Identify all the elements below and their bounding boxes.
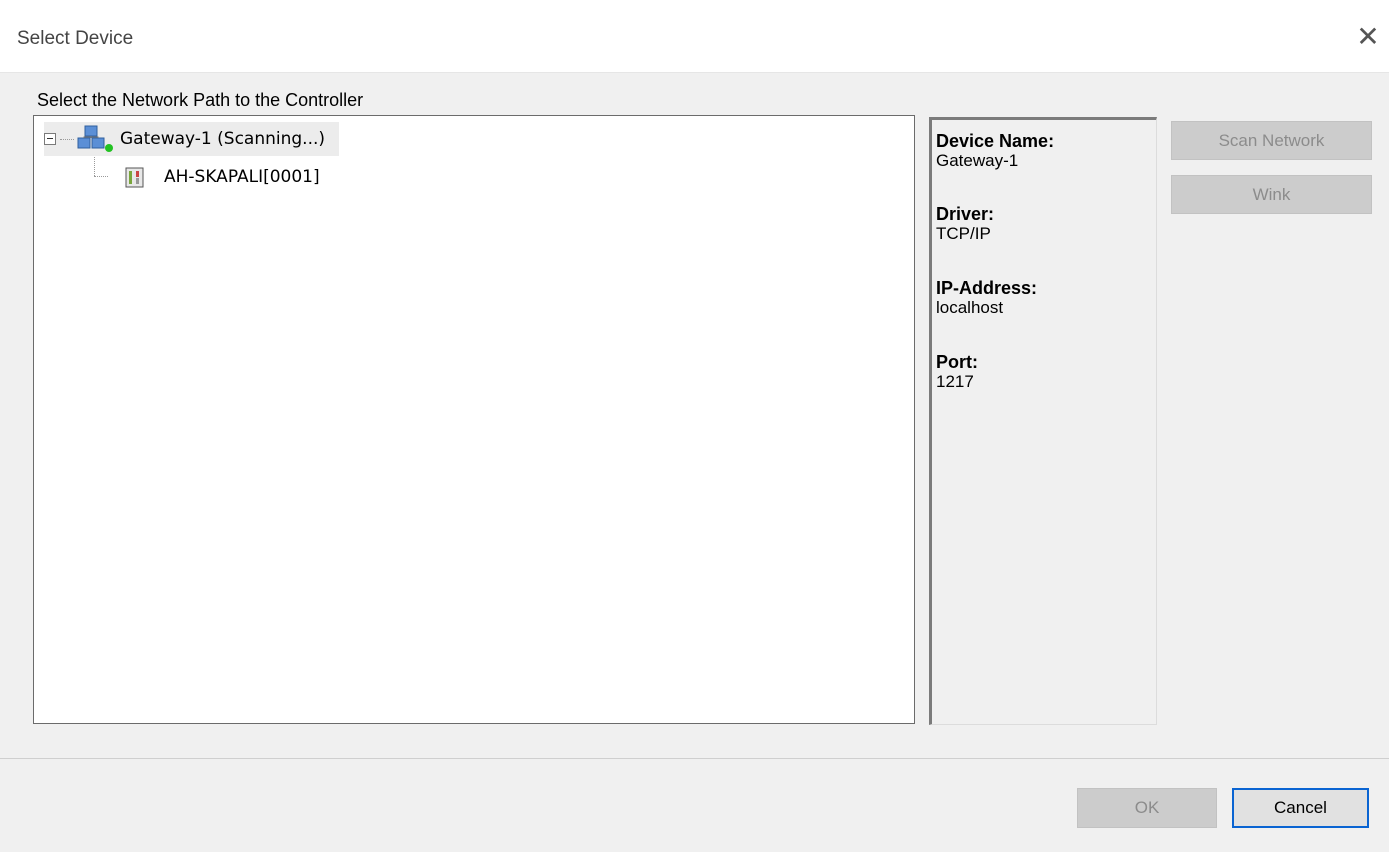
info-key: Device Name: bbox=[936, 131, 1055, 151]
network-tree[interactable]: Gateway-1 (Scanning...) AH-SKAPALI[0001] bbox=[33, 115, 915, 724]
cancel-button[interactable]: Cancel bbox=[1232, 788, 1369, 828]
info-value: 1217 bbox=[936, 372, 974, 391]
tree-item-device[interactable]: AH-SKAPALI[0001] bbox=[124, 162, 320, 192]
info-value: localhost bbox=[936, 298, 1004, 317]
info-key: IP-Address: bbox=[936, 278, 1038, 298]
tree-connector bbox=[94, 176, 108, 177]
footer-divider bbox=[0, 758, 1389, 759]
scan-network-button[interactable]: Scan Network bbox=[1171, 121, 1372, 160]
dialog-titlebar: Select Device ✕ bbox=[0, 0, 1389, 73]
network-path-label: Select the Network Path to the Controlle… bbox=[37, 90, 364, 110]
tree-item-gateway[interactable]: Gateway-1 (Scanning...) bbox=[44, 122, 340, 156]
dialog-title: Select Device bbox=[17, 28, 134, 49]
tree-item-label: Gateway-1 (Scanning...) bbox=[120, 129, 326, 149]
network-gateway-icon bbox=[77, 125, 113, 152]
info-key: Port: bbox=[936, 352, 978, 372]
device-info-panel: Device Name: Gateway-1 Driver: TCP/IP IP… bbox=[929, 117, 1157, 725]
tree-connector bbox=[60, 138, 74, 140]
close-icon[interactable]: ✕ bbox=[1353, 22, 1383, 52]
ok-button[interactable]: OK bbox=[1077, 788, 1217, 828]
info-driver: Driver: TCP/IP bbox=[936, 204, 994, 244]
tree-item-label: AH-SKAPALI[0001] bbox=[164, 167, 320, 187]
info-ip-address: IP-Address: localhost bbox=[936, 278, 1037, 318]
info-value: TCP/IP bbox=[936, 224, 991, 243]
controller-device-icon bbox=[125, 167, 144, 188]
info-port: Port: 1217 bbox=[936, 352, 978, 392]
info-device-name: Device Name: Gateway-1 bbox=[936, 131, 1054, 171]
collapse-icon[interactable] bbox=[44, 133, 56, 145]
info-key: Driver: bbox=[936, 204, 995, 224]
wink-button[interactable]: Wink bbox=[1171, 175, 1372, 214]
info-value: Gateway-1 bbox=[936, 151, 1019, 170]
